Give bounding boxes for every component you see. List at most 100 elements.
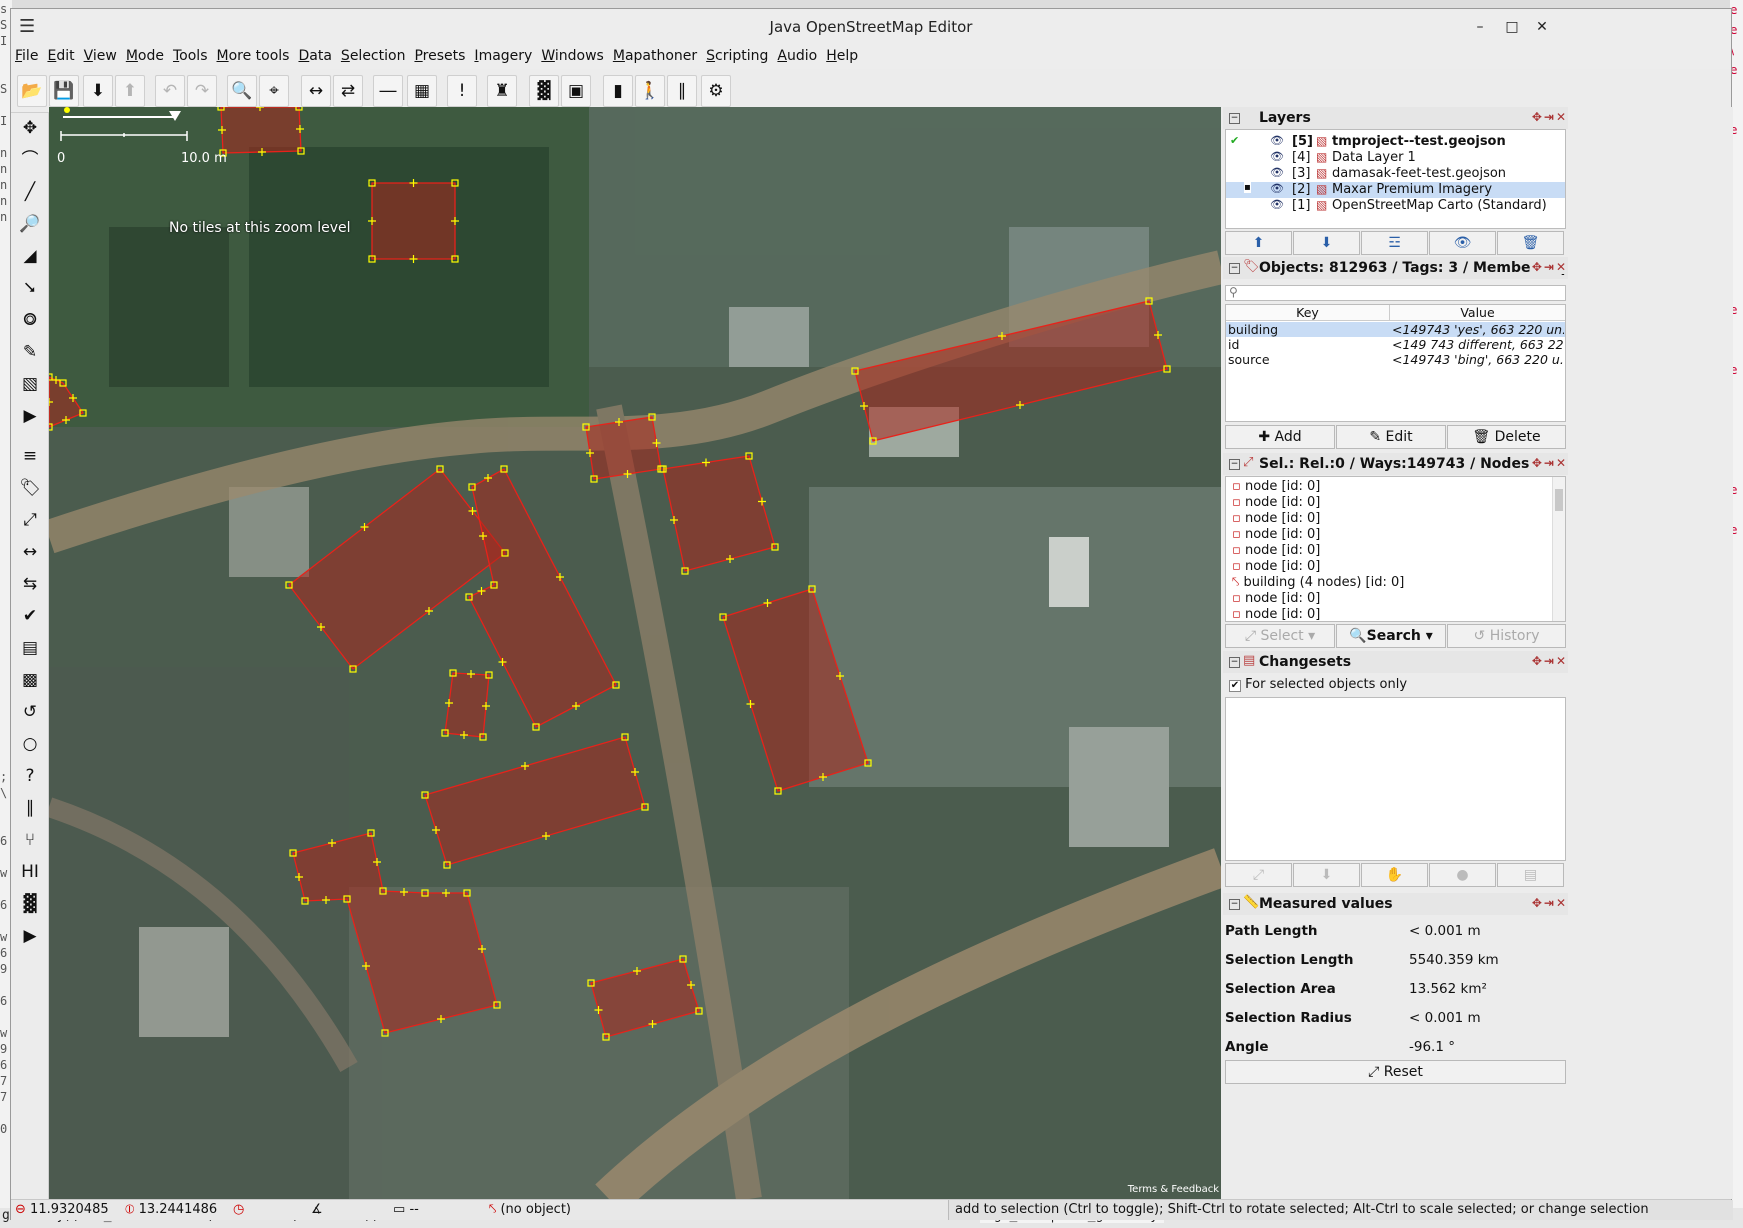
selection-scrollbar[interactable] xyxy=(1552,477,1565,621)
collapse-toggle-icon[interactable]: − xyxy=(1229,263,1240,274)
menu-presets[interactable]: Presets xyxy=(410,45,470,64)
collapse-toggle-icon[interactable]: − xyxy=(1229,899,1240,910)
close-changeset-button[interactable]: ▤ xyxy=(1497,863,1564,887)
zoom-tool-icon[interactable]: 🔎 xyxy=(15,209,45,239)
menu-windows[interactable]: Windows xyxy=(537,45,609,64)
panel-window-buttons[interactable]: ✥⇥✕ xyxy=(1529,260,1568,274)
visibility-eye-icon[interactable]: 👁 xyxy=(1270,182,1284,195)
menu-more-tools[interactable]: More tools xyxy=(213,45,295,64)
selection-item[interactable]: ▫ node [id: 0] xyxy=(1232,511,1320,527)
pedestrian-button[interactable]: 🚶 xyxy=(635,75,665,107)
building-polygon[interactable] xyxy=(444,672,490,738)
more-panels-arrow-icon[interactable]: ▶ xyxy=(15,921,45,951)
relation-toggle-icon[interactable]: ↔ xyxy=(15,537,45,567)
selection-item[interactable]: ▫ node [id: 0] xyxy=(1232,479,1320,495)
changeset-info-button[interactable]: ● xyxy=(1429,863,1496,887)
chart-icon[interactable]: ▓ xyxy=(15,889,45,919)
value-column-header[interactable]: Value xyxy=(1390,305,1565,321)
fortress-button[interactable]: ♜ xyxy=(487,75,517,107)
menu-edit[interactable]: Edit xyxy=(43,45,79,64)
selection-panel-header[interactable]: − ⤢ Sel.: Rel.:0 / Ways:149743 / Nodes:6… xyxy=(1223,453,1568,475)
move-down-button[interactable]: ⬇ xyxy=(1293,231,1360,255)
validator-toggle-icon[interactable]: ✔ xyxy=(15,601,45,631)
tags-toggle-icon[interactable]: 🏷 xyxy=(15,473,45,503)
changeset-toggle-icon[interactable]: ▤ xyxy=(15,633,45,663)
reset-button[interactable]: ⤢ Reset xyxy=(1225,1060,1566,1084)
collapse-toggle-icon[interactable]: − xyxy=(1229,657,1240,668)
minimize-button[interactable]: – xyxy=(1469,17,1491,37)
measured-panel-header[interactable]: − 📏 Measured values ✥⇥✕ xyxy=(1223,893,1568,915)
visibility-eye-icon[interactable]: 👁 xyxy=(1270,150,1284,163)
menu-scripting[interactable]: Scripting xyxy=(702,45,773,64)
pencil-tool-icon[interactable]: ✎ xyxy=(15,337,45,367)
visibility-eye-icon[interactable]: 👁 xyxy=(1270,166,1284,179)
visibility-eye-icon[interactable]: 👁 xyxy=(1270,134,1284,147)
changesets-panel-header[interactable]: − ▤ Changesets ✥⇥✕ xyxy=(1223,651,1568,673)
key-column-header[interactable]: Key xyxy=(1226,305,1390,321)
edit-tag-button[interactable]: ✎ Edit xyxy=(1336,425,1446,449)
fork-icon[interactable]: ⑂ xyxy=(15,825,45,855)
split-way-button[interactable]: ↔ xyxy=(301,75,331,107)
delete-layer-button[interactable]: 🗑 xyxy=(1497,231,1564,255)
layer-row[interactable]: 👁 [1] ▧ OpenStreetMap Carto (Standard) xyxy=(1226,198,1565,214)
layers-panel-header[interactable]: − Layers ✥⇥✕ xyxy=(1223,107,1568,129)
layer-row[interactable]: 👁 [3] ▧ damasak-feet-test.geojson xyxy=(1226,166,1565,182)
select-button[interactable]: ⤢ Select ▾ xyxy=(1225,624,1335,648)
menu-help[interactable]: Help xyxy=(822,45,863,64)
menu-audio[interactable]: Audio xyxy=(773,45,822,64)
delete-tag-button[interactable]: 🗑 Delete xyxy=(1447,425,1566,449)
scrollbar-thumb[interactable] xyxy=(1555,489,1563,511)
menu-file[interactable]: File xyxy=(11,45,43,64)
close-button[interactable]: ✕ xyxy=(1531,17,1553,37)
traffic-sign-button[interactable]: ▮ xyxy=(603,75,633,107)
tags-search-input[interactable]: ⚲ xyxy=(1225,285,1566,301)
building-polygon[interactable] xyxy=(585,416,662,480)
selection-item[interactable]: ▫ node [id: 0] xyxy=(1232,527,1320,543)
menu-mode[interactable]: Mode xyxy=(122,45,169,64)
selection-toggle-icon[interactable]: ⤢ xyxy=(15,505,45,535)
draw-tool-icon[interactable]: ╱ xyxy=(15,177,45,207)
measure-icon[interactable]: ∥ xyxy=(15,793,45,823)
building-tool-button[interactable]: ▦ xyxy=(407,75,437,107)
command-stack-icon[interactable]: ↺ xyxy=(15,697,45,727)
conflict-toggle-icon[interactable]: ⇆ xyxy=(15,569,45,599)
select-changeset-button[interactable]: ⤢ xyxy=(1225,863,1292,887)
graph-button[interactable]: ▓ xyxy=(529,75,559,107)
validation-button[interactable]: ! xyxy=(447,75,477,107)
node-tool-icon[interactable]: ⭗ xyxy=(15,305,45,335)
selection-item[interactable]: ▫ node [id: 0] xyxy=(1232,495,1320,511)
draw-line-button[interactable]: ― xyxy=(373,75,403,107)
layer-row[interactable]: ▪ 👁 [2] ▧ Maxar Premium Imagery xyxy=(1226,182,1565,198)
tag-row[interactable]: building <149743 'yes', 663 220 un... xyxy=(1226,322,1565,337)
menu-imagery[interactable]: Imagery xyxy=(470,45,537,64)
layer-row[interactable]: 👁 [4] ▧ Data Layer 1 xyxy=(1226,150,1565,166)
tags-panel-header[interactable]: − 🏷 Objects: 812963 / Tags: 3 / Membersh… xyxy=(1223,257,1568,279)
notes-icon[interactable]: ? xyxy=(15,761,45,791)
search-button[interactable]: 🔍Search ▾ xyxy=(1336,624,1446,648)
zoom-to-selection-button[interactable]: ⌖ xyxy=(259,75,289,107)
selection-item[interactable]: ▫ node [id: 0] xyxy=(1232,591,1320,607)
selected-only-checkbox[interactable]: ✔ xyxy=(1229,680,1241,692)
building-draw-icon[interactable]: ▧ xyxy=(15,369,45,399)
collapse-toggle-icon[interactable]: − xyxy=(1229,113,1240,124)
tags-search-field[interactable] xyxy=(1242,286,1562,300)
map-view[interactable]: 0 10.0 m No tiles at this zoom level Ter… xyxy=(49,107,1221,1199)
add-tag-button[interactable]: ✚ Add xyxy=(1225,425,1335,449)
building-polygon[interactable] xyxy=(371,182,456,260)
panel-window-buttons[interactable]: ✥⇥✕ xyxy=(1529,456,1568,470)
lasso-tool-icon[interactable]: ⌒ xyxy=(15,145,45,175)
maximize-button[interactable]: □ xyxy=(1501,17,1523,37)
panel-window-buttons[interactable]: ✥⇥✕ xyxy=(1529,654,1568,668)
move-up-button[interactable]: ⬆ xyxy=(1225,231,1292,255)
visibility-eye-icon[interactable]: 👁 xyxy=(1270,198,1284,211)
selection-item[interactable]: ▫ node [id: 0] xyxy=(1232,543,1320,559)
undo-button[interactable]: ↶ xyxy=(155,75,185,107)
save-button[interactable]: 💾 xyxy=(49,75,79,107)
selection-item[interactable]: ▫ node [id: 0] xyxy=(1232,607,1320,623)
layer-row[interactable]: ✔ 👁 [5] ▧ tmproject--test.geojson xyxy=(1226,134,1565,150)
map-import-button[interactable]: ▣ xyxy=(561,75,591,107)
upload-button[interactable]: ⬆ xyxy=(115,75,145,107)
select-tool-icon[interactable]: ✥ xyxy=(15,113,45,143)
download-changeset-button[interactable]: ⬇ xyxy=(1293,863,1360,887)
panel-window-buttons[interactable]: ✥⇥✕ xyxy=(1529,110,1568,124)
